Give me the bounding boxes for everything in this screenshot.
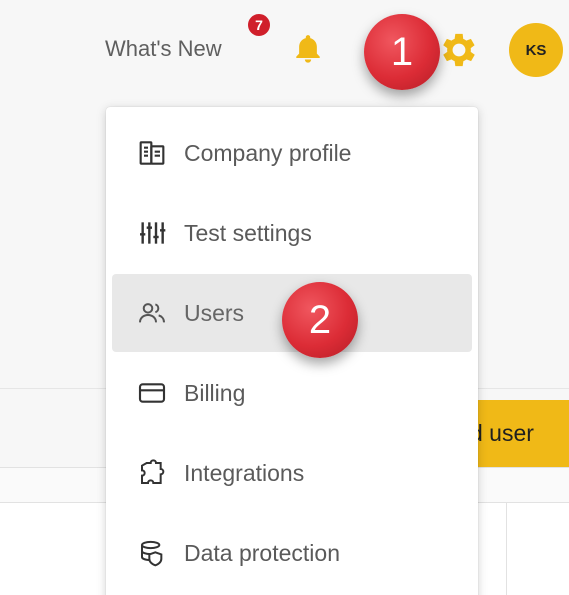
credit-card-icon (138, 383, 166, 403)
step-marker-2: 2 (282, 282, 358, 358)
avatar[interactable]: KS (509, 23, 563, 77)
menu-item-label: Company profile (184, 139, 352, 166)
puzzle-icon (141, 459, 165, 484)
column-divider (506, 503, 507, 595)
whats-new-link[interactable]: What's New (105, 36, 222, 62)
page: d user What's New 7 KS Company profile T… (0, 0, 569, 595)
menu-item-integrations[interactable]: Integrations (112, 434, 472, 512)
step-marker-1: 1 (364, 14, 440, 90)
menu-item-label: Integrations (184, 459, 305, 486)
menu-item-billing[interactable]: Billing (112, 354, 472, 432)
building-icon (139, 141, 165, 165)
gear-icon[interactable] (437, 28, 481, 72)
menu-item-data-protection[interactable]: Data protection (112, 514, 472, 592)
sliders-icon (140, 222, 166, 244)
menu-item-label: Test settings (184, 219, 312, 246)
menu-item-label: Users (184, 299, 245, 326)
users-icon (139, 303, 165, 323)
menu-item-label: Billing (184, 379, 246, 406)
shield-icon (141, 540, 163, 567)
bell-icon[interactable] (289, 30, 327, 68)
menu-item-test-settings[interactable]: Test settings (112, 194, 472, 272)
settings-dropdown-menu: Company profile Test settings Users Bill… (106, 107, 478, 595)
menu-item-company-profile[interactable]: Company profile (112, 114, 472, 192)
menu-item-label: Data protection (184, 539, 340, 566)
notification-count-badge: 7 (246, 12, 272, 38)
